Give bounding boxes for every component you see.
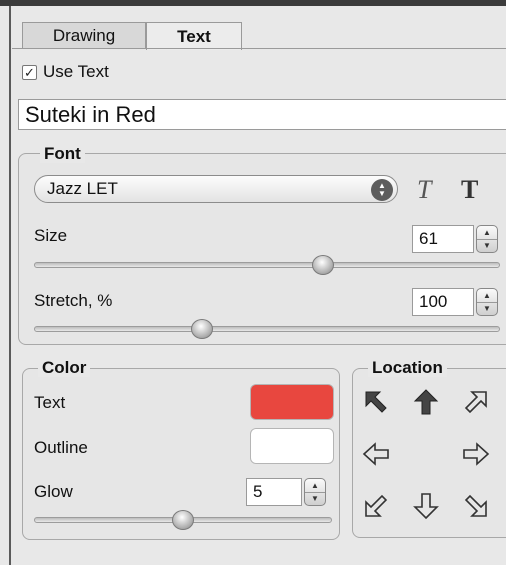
font-family-value: Jazz LET <box>47 179 118 198</box>
tab-drawing[interactable]: Drawing <box>22 22 146 49</box>
tab-text[interactable]: Text <box>146 22 242 50</box>
stretch-slider-track[interactable] <box>34 326 500 332</box>
panel-divider <box>9 6 11 565</box>
size-label: Size <box>34 226 68 245</box>
stretch-stepper[interactable]: ▲ ▼ <box>476 288 498 316</box>
stretch-slider-knob[interactable] <box>190 319 213 339</box>
tab-bar-divider <box>12 48 506 49</box>
arrow-up-right-icon <box>464 391 487 414</box>
text-color-swatch[interactable] <box>250 384 334 420</box>
size-stepper[interactable]: ▲ ▼ <box>476 225 498 253</box>
location-bottom-left-button[interactable] <box>358 488 394 524</box>
arrow-up-left-icon <box>365 391 387 413</box>
location-group-legend: Location <box>368 359 447 377</box>
stretch-label: Stretch, % <box>34 291 113 310</box>
outline-color-label: Outline <box>34 438 88 457</box>
use-text-row[interactable]: ✓ Use Text <box>22 62 109 82</box>
stretch-field[interactable]: 100 <box>412 288 474 316</box>
location-top-right-button[interactable] <box>458 384 494 420</box>
arrow-down-right-icon <box>464 494 487 517</box>
glow-label: Glow <box>34 482 73 501</box>
use-text-checkbox[interactable]: ✓ <box>22 64 37 80</box>
bold-style-icon[interactable]: T <box>461 175 478 205</box>
outline-color-swatch[interactable] <box>250 428 334 464</box>
size-field[interactable]: 61 <box>412 225 474 253</box>
location-bottom-right-button[interactable] <box>458 488 494 524</box>
location-left-button[interactable] <box>358 436 394 472</box>
font-family-popup[interactable]: Jazz LET ▲ ▼ <box>34 175 398 203</box>
text-color-label: Text <box>34 393 66 412</box>
color-group-legend: Color <box>38 359 91 377</box>
size-slider-knob[interactable] <box>311 255 334 275</box>
font-group-legend: Font <box>40 145 85 163</box>
arrow-down-left-icon <box>365 494 388 517</box>
location-top-button[interactable] <box>408 384 444 420</box>
location-bottom-button[interactable] <box>408 488 444 524</box>
glow-field[interactable]: 5 <box>246 478 302 506</box>
location-top-left-button[interactable] <box>358 384 394 420</box>
popup-arrows-icon: ▲ ▼ <box>371 179 393 201</box>
location-right-button[interactable] <box>458 436 494 472</box>
arrow-down-icon <box>413 493 439 520</box>
glow-stepper[interactable]: ▲ ▼ <box>304 478 326 506</box>
use-text-label: Use Text <box>43 62 109 81</box>
glow-slider-knob[interactable] <box>172 510 194 530</box>
italic-style-icon[interactable]: T <box>417 175 431 205</box>
size-slider-track[interactable] <box>34 262 500 268</box>
arrow-left-icon <box>362 442 389 466</box>
text-input[interactable]: Suteki in Red <box>18 99 506 130</box>
arrow-right-icon <box>463 442 490 466</box>
window-top-edge <box>0 0 506 6</box>
arrow-up-icon <box>413 389 439 415</box>
